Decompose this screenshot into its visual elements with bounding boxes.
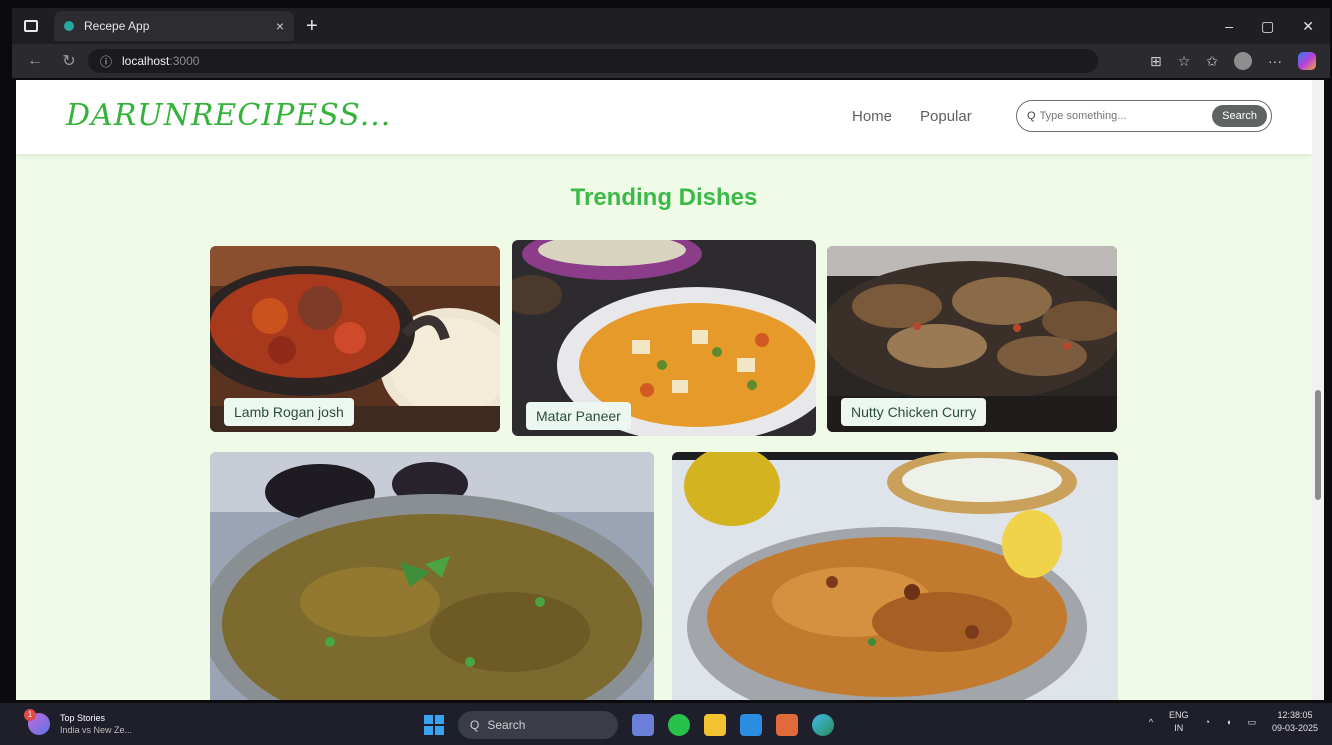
- taskbar-apps: Q Search: [424, 711, 834, 739]
- back-icon[interactable]: ←: [24, 52, 46, 70]
- task-view-icon[interactable]: [632, 714, 654, 736]
- baingan-bharta-photo: [210, 452, 654, 700]
- copilot-icon[interactable]: [1298, 52, 1316, 70]
- news-widget-icon: 1: [24, 709, 50, 735]
- app-icon[interactable]: [776, 714, 798, 736]
- site-info-icon[interactable]: ⓘ: [100, 53, 112, 70]
- taskbar-search-icon: Q: [470, 718, 480, 732]
- site-search-box: Q Search: [1016, 100, 1272, 132]
- clock-time: 12:38:05: [1277, 710, 1313, 720]
- browser-tab-bar: Recepe App × + – ▢ ✕: [12, 8, 1330, 44]
- restore-icon[interactable]: ▢: [1261, 18, 1274, 35]
- address-bar-row: ← ↻ ⓘ localhost:3000 ⊞ ☆ ✩ ···: [12, 44, 1330, 78]
- edge-icon[interactable]: [812, 714, 834, 736]
- site-nav: Home Popular: [852, 108, 972, 125]
- page-scrollbar[interactable]: [1312, 80, 1324, 700]
- windows-taskbar: 1 Top Stories India vs New Ze... Q Searc…: [0, 703, 1332, 745]
- close-window-icon[interactable]: ✕: [1302, 18, 1314, 35]
- search-icon: Q: [1027, 110, 1036, 122]
- dish-card-nutty-chicken-curry[interactable]: Nutty Chicken Curry: [827, 246, 1117, 432]
- url-host: localhost: [122, 54, 170, 68]
- clock[interactable]: 12:38:05 09-03-2025: [1272, 709, 1318, 735]
- vscode-icon[interactable]: [740, 714, 762, 736]
- file-explorer-icon[interactable]: [704, 714, 726, 736]
- profile-avatar-icon[interactable]: [1234, 52, 1252, 70]
- site-header: DARUNRECIPESS... Home Popular Q Search: [16, 80, 1312, 154]
- tray-overflow-icon[interactable]: ^: [1149, 717, 1153, 727]
- volume-icon[interactable]: ◖: [1226, 717, 1231, 727]
- news-widget[interactable]: 1 Top Stories India vs New Ze...: [24, 709, 133, 736]
- window-controls: – ▢ ✕: [1225, 18, 1314, 35]
- tab-favicon-icon: [64, 21, 74, 31]
- news-subtitle: India vs New Ze...: [60, 725, 133, 735]
- site-logo[interactable]: DARUNRECIPESS...: [66, 98, 391, 133]
- tab-close-icon[interactable]: ×: [276, 18, 284, 34]
- dish-label: Nutty Chicken Curry: [841, 398, 987, 426]
- clock-date: 09-03-2025: [1271, 723, 1318, 733]
- tab-actions-icon[interactable]: [24, 20, 38, 32]
- favorites-icon[interactable]: ✩: [1206, 53, 1218, 70]
- nav-home-link[interactable]: Home: [852, 108, 892, 125]
- biryani-photo: [672, 452, 1118, 700]
- scrollbar-thumb[interactable]: [1315, 390, 1321, 500]
- browser-toolbar: ⊞ ☆ ✩ ···: [1150, 52, 1316, 70]
- region-code: IN: [1174, 723, 1184, 733]
- taskbar-search[interactable]: Q Search: [458, 711, 618, 739]
- section-title: Trending Dishes: [570, 184, 758, 211]
- wifi-icon[interactable]: ◔: [1205, 717, 1210, 727]
- dish-card-baingan-bharta[interactable]: [210, 452, 654, 700]
- dish-label: Matar Paneer: [526, 402, 631, 430]
- minimize-icon[interactable]: –: [1225, 18, 1233, 35]
- nav-popular-link[interactable]: Popular: [920, 108, 972, 125]
- reader-view-icon[interactable]: ⊞: [1150, 53, 1162, 70]
- language-code: ENG: [1169, 710, 1189, 720]
- browser-tab[interactable]: Recepe App ×: [54, 11, 294, 41]
- site-search-input[interactable]: [1039, 110, 1190, 122]
- url-port: :3000: [169, 54, 200, 68]
- site-search-button[interactable]: Search: [1212, 105, 1267, 127]
- new-tab-icon[interactable]: +: [306, 15, 318, 38]
- news-badge: 1: [24, 709, 36, 721]
- more-menu-icon[interactable]: ···: [1268, 53, 1282, 69]
- page-viewport: DARUNRECIPESS... Home Popular Q Search T…: [16, 80, 1312, 700]
- system-tray: ^ ENG IN ◔ ◖ ▭ 12:38:05 09-03-2025: [1149, 709, 1318, 735]
- dish-card-lamb-rogan-josh[interactable]: Lamb Rogan josh: [210, 246, 500, 432]
- tab-title: Recepe App: [84, 19, 150, 33]
- favorite-star-icon[interactable]: ☆: [1178, 53, 1191, 70]
- start-icon[interactable]: [424, 715, 444, 735]
- language-indicator[interactable]: ENG IN: [1169, 709, 1189, 735]
- whatsapp-icon[interactable]: [668, 714, 690, 736]
- refresh-icon[interactable]: ↻: [58, 51, 80, 71]
- news-title: Top Stories: [60, 713, 106, 723]
- battery-icon[interactable]: ▭: [1247, 717, 1256, 728]
- dish-label: Lamb Rogan josh: [224, 398, 354, 426]
- url-field[interactable]: ⓘ localhost:3000: [88, 49, 1098, 73]
- taskbar-search-label: Search: [487, 718, 526, 732]
- dish-card-matar-paneer[interactable]: Matar Paneer: [512, 240, 816, 436]
- dish-card-biryani[interactable]: [672, 452, 1118, 700]
